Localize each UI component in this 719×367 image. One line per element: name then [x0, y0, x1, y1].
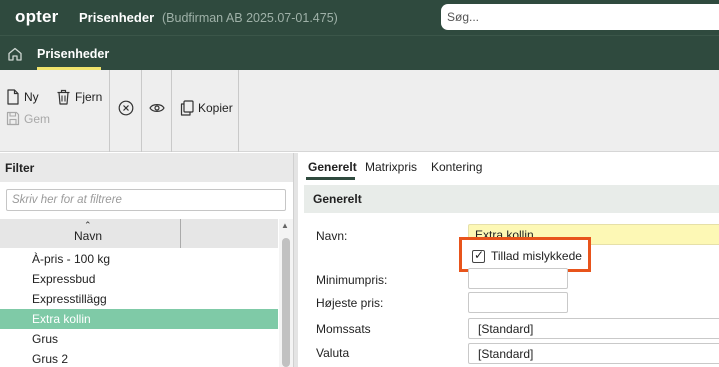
tab-matrixpris[interactable]: Matrixpris — [365, 160, 417, 174]
preview-button[interactable] — [149, 101, 169, 115]
allow-broken-label[interactable]: Tillad mislykkede — [491, 249, 582, 263]
min-price-label: Minimumpris: — [316, 273, 388, 287]
remove-button-label: Fjern — [75, 90, 103, 104]
list-item-selected[interactable]: Extra kollin — [0, 309, 278, 329]
max-price-label: Højeste pris: — [316, 296, 384, 310]
list-item[interactable]: Expresstillägg — [0, 289, 278, 309]
filter-input[interactable] — [6, 189, 286, 211]
close-circle-icon — [118, 100, 134, 116]
copy-icon — [180, 100, 194, 116]
copy-button[interactable]: Kopier — [180, 100, 233, 116]
currency-label: Valuta — [316, 346, 350, 360]
save-button-label: Gem — [24, 111, 51, 126]
toolbar-group-edit: Ny Fjern Gem — [0, 70, 110, 152]
nav-bar: Prisenheder — [0, 35, 719, 70]
column-header-label: Navn — [74, 229, 103, 243]
app-title: Prisenheder — [79, 10, 155, 25]
app-subtitle: (Budfirman AB 2025.07-01.475) — [162, 11, 338, 25]
section-title: Generelt — [304, 185, 719, 213]
price-unit-list: À-pris - 100 kg Expressbud Expresstilläg… — [0, 249, 278, 367]
list-item[interactable]: Grus 2 — [0, 349, 278, 367]
global-search-input[interactable] — [441, 4, 719, 30]
allow-broken-highlight: ✓ Tillad mislykkede — [459, 237, 591, 272]
list-item[interactable]: Grus — [0, 329, 278, 349]
detail-tabs: Generelt Matrixpris Kontering — [299, 153, 719, 180]
tab-generelt[interactable]: Generelt — [308, 160, 357, 174]
new-button[interactable]: Ny — [6, 89, 39, 105]
remove-button[interactable]: Fjern — [56, 89, 102, 105]
toolbar: Ny Fjern Gem Kopier — [0, 70, 719, 152]
save-button[interactable]: Gem — [6, 111, 50, 126]
column-header-name[interactable]: ⌃ Navn — [0, 219, 278, 248]
max-price-field[interactable] — [468, 292, 568, 313]
trash-icon — [57, 89, 70, 105]
list-item[interactable]: À-pris - 100 kg — [0, 249, 278, 269]
name-label: Navn: — [316, 229, 348, 243]
checkmark-icon: ✓ — [474, 248, 485, 262]
allow-broken-checkbox[interactable]: ✓ — [472, 248, 485, 263]
panel-splitter[interactable] — [293, 153, 298, 367]
home-icon[interactable] — [7, 46, 23, 62]
new-button-label: Ny — [24, 90, 39, 104]
vat-select[interactable] — [468, 318, 719, 339]
scroll-up-arrow-icon[interactable]: ▲ — [281, 221, 289, 230]
vat-label: Momssats — [316, 322, 371, 336]
scrollbar-thumb[interactable] — [282, 238, 290, 367]
save-icon — [6, 111, 20, 126]
tab-kontering[interactable]: Kontering — [431, 160, 482, 174]
column-resize-handle[interactable] — [180, 219, 181, 248]
toolbar-group-cancel — [110, 70, 142, 152]
cancel-button[interactable] — [118, 100, 138, 116]
toolbar-group-view — [142, 70, 172, 152]
top-bar: opter Prisenheder (Budfirman AB 2025.07-… — [0, 0, 719, 35]
active-tab-indicator — [306, 177, 355, 180]
new-document-icon — [7, 89, 19, 105]
copy-button-label: Kopier — [198, 101, 233, 115]
eye-icon — [149, 104, 165, 112]
toolbar-group-copy: Kopier — [172, 70, 239, 152]
list-scrollbar[interactable]: ▲ — [279, 219, 293, 367]
list-item[interactable]: Expressbud — [0, 269, 278, 289]
min-price-field[interactable] — [468, 268, 568, 289]
app-logo: opter — [15, 7, 59, 26]
tab-prisenheder[interactable]: Prisenheder — [37, 47, 109, 61]
filter-header: Filter — [0, 153, 293, 182]
currency-select[interactable] — [468, 343, 719, 364]
